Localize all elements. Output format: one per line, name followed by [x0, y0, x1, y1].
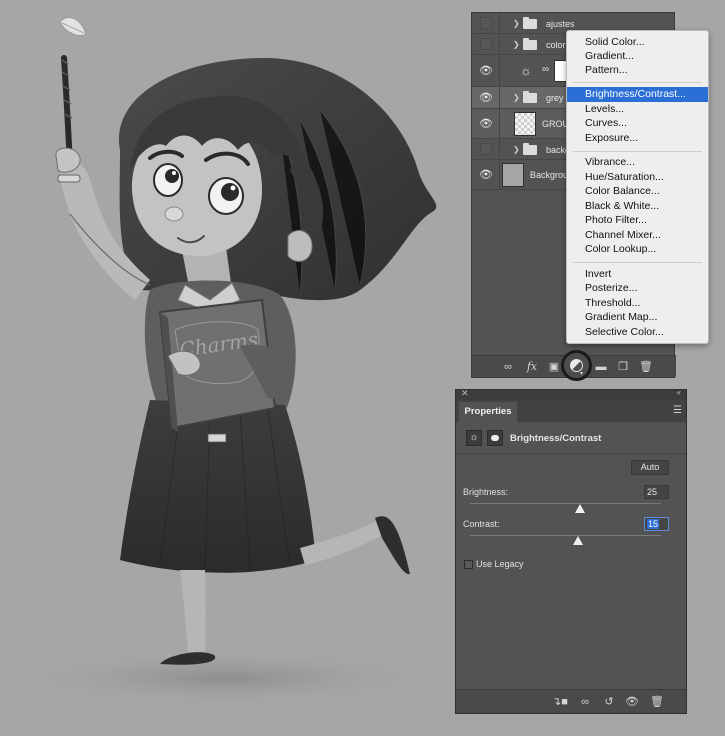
panel-titlebar[interactable]: ✕ « [456, 388, 686, 400]
standing-leg [180, 570, 206, 652]
properties-footer: ↴■ ∞ ↺ 👁 🗑 [456, 689, 686, 713]
eye-icon[interactable]: 👁 [479, 117, 493, 130]
visibility-toggle[interactable] [480, 38, 492, 50]
layer-thumbnail[interactable] [514, 112, 536, 136]
menu-item-color-balance[interactable]: Color Balance... [567, 184, 708, 199]
trash-icon[interactable]: 🗑 [649, 695, 665, 709]
layer-name: Backgrou [530, 170, 569, 180]
menu-item-pattern[interactable]: Pattern... [567, 63, 708, 78]
nose [164, 206, 184, 222]
panel-tab-bar: Properties ☰ [456, 400, 686, 422]
menu-item-gradient-map[interactable]: Gradient Map... [567, 310, 708, 325]
properties-header: ☼ Brightness/Contrast [456, 422, 686, 454]
menu-item-vibrance[interactable]: Vibrance... [567, 155, 708, 170]
menu-separator [573, 82, 702, 83]
layer-thumbnail[interactable] [502, 163, 524, 187]
contrast-label: Contrast: [463, 519, 500, 529]
layer-name: grey [546, 93, 564, 103]
auto-button[interactable]: Auto [631, 460, 669, 475]
eye-icon[interactable]: 👁 [624, 695, 640, 709]
chevron-right-icon[interactable]: ❯ [513, 19, 520, 28]
menu-item-channel-mixer[interactable]: Channel Mixer... [567, 228, 708, 243]
menu-item-photo-filter[interactable]: Photo Filter... [567, 213, 708, 228]
ground-shadow [10, 650, 440, 706]
visibility-toggle[interactable] [480, 143, 492, 155]
menu-separator [573, 262, 702, 263]
skirt [120, 400, 316, 573]
layer-name: color [546, 40, 566, 50]
shoe-right [375, 516, 410, 575]
use-legacy-label: Use Legacy [476, 559, 524, 569]
tab-properties[interactable]: Properties [459, 402, 517, 422]
menu-item-hue-saturation[interactable]: Hue/Saturation... [567, 170, 708, 185]
add-mask-icon[interactable]: ▣ [546, 359, 562, 375]
brightness-slider-thumb[interactable] [574, 504, 585, 513]
properties-title: Brightness/Contrast [510, 433, 602, 444]
eye-icon[interactable]: 👁 [479, 91, 493, 104]
clip-to-layer-icon[interactable]: ↴■ [552, 695, 568, 709]
chain-link-icon[interactable]: ∞ [542, 64, 549, 75]
ear [287, 230, 313, 262]
menu-item-selective-color[interactable]: Selective Color... [567, 325, 708, 340]
folder-icon [523, 91, 537, 103]
close-icon[interactable]: ✕ [461, 388, 469, 399]
reset-icon[interactable]: ↺ [601, 695, 617, 709]
folder-icon [523, 38, 537, 50]
menu-separator [573, 151, 702, 152]
bracelet [57, 174, 81, 183]
brightness-contrast-icon: ☼ [520, 63, 532, 78]
brightness-slider-track[interactable] [470, 503, 661, 504]
eye-icon[interactable]: 👁 [479, 168, 493, 181]
brightness-input[interactable]: 25 [644, 485, 669, 499]
menu-item-threshold[interactable]: Threshold... [567, 296, 708, 311]
link-icon[interactable]: ∞ [500, 359, 516, 375]
menu-item-exposure[interactable]: Exposure... [567, 131, 708, 146]
contrast-input[interactable]: 15 [644, 517, 669, 531]
properties-panel: ✕ « Properties ☰ ☼ Brightness/Contrast A… [455, 388, 687, 714]
folder-icon [523, 17, 537, 29]
menu-item-solid-color[interactable]: Solid Color... [567, 35, 708, 50]
new-group-icon[interactable]: ▬ [593, 359, 609, 375]
chevron-right-icon[interactable]: ❯ [513, 145, 520, 154]
contrast-value: 15 [647, 519, 660, 529]
menu-item-invert[interactable]: Invert [567, 267, 708, 282]
layer-name: ajustes [546, 19, 575, 29]
menu-item-black-white[interactable]: Black & White... [567, 199, 708, 214]
new-layer-icon[interactable]: ❐ [615, 359, 631, 375]
folder-icon [523, 143, 537, 155]
panel-menu-icon[interactable]: ☰ [673, 405, 682, 416]
contrast-slider-thumb[interactable] [573, 536, 584, 545]
feather-icon [59, 17, 87, 36]
fx-icon[interactable]: fx [524, 359, 540, 375]
brightness-contrast-icon[interactable]: ☼ [466, 430, 482, 446]
menu-item-color-lookup[interactable]: Color Lookup... [567, 242, 708, 257]
menu-item-curves[interactable]: Curves... [567, 116, 708, 131]
adjustment-layer-menu: Solid Color... Gradient... Pattern... Br… [566, 30, 709, 344]
eye-icon[interactable]: 👁 [479, 64, 493, 77]
mask-icon[interactable] [487, 430, 503, 446]
visibility-toggle[interactable] [480, 17, 492, 29]
layer-name: GROU [542, 119, 569, 129]
view-previous-state-icon[interactable]: ∞ [577, 695, 593, 709]
chevron-right-icon[interactable]: ❯ [513, 93, 520, 102]
brightness-value: 25 [647, 487, 658, 497]
new-adjustment-layer-button[interactable]: ▾ [561, 350, 592, 381]
use-legacy-checkbox[interactable] [464, 560, 473, 569]
menu-item-posterize[interactable]: Posterize... [567, 281, 708, 296]
collapse-icon[interactable]: « [677, 388, 681, 397]
menu-item-brightness-contrast[interactable]: Brightness/Contrast... [567, 87, 708, 102]
brightness-label: Brightness: [463, 487, 509, 497]
trash-icon[interactable]: 🗑 [638, 359, 654, 375]
dropdown-indicator-icon: ▾ [580, 371, 584, 377]
menu-item-gradient[interactable]: Gradient... [567, 49, 708, 64]
contrast-slider-track[interactable] [470, 535, 661, 536]
chevron-right-icon[interactable]: ❯ [513, 40, 520, 49]
menu-item-levels[interactable]: Levels... [567, 102, 708, 117]
